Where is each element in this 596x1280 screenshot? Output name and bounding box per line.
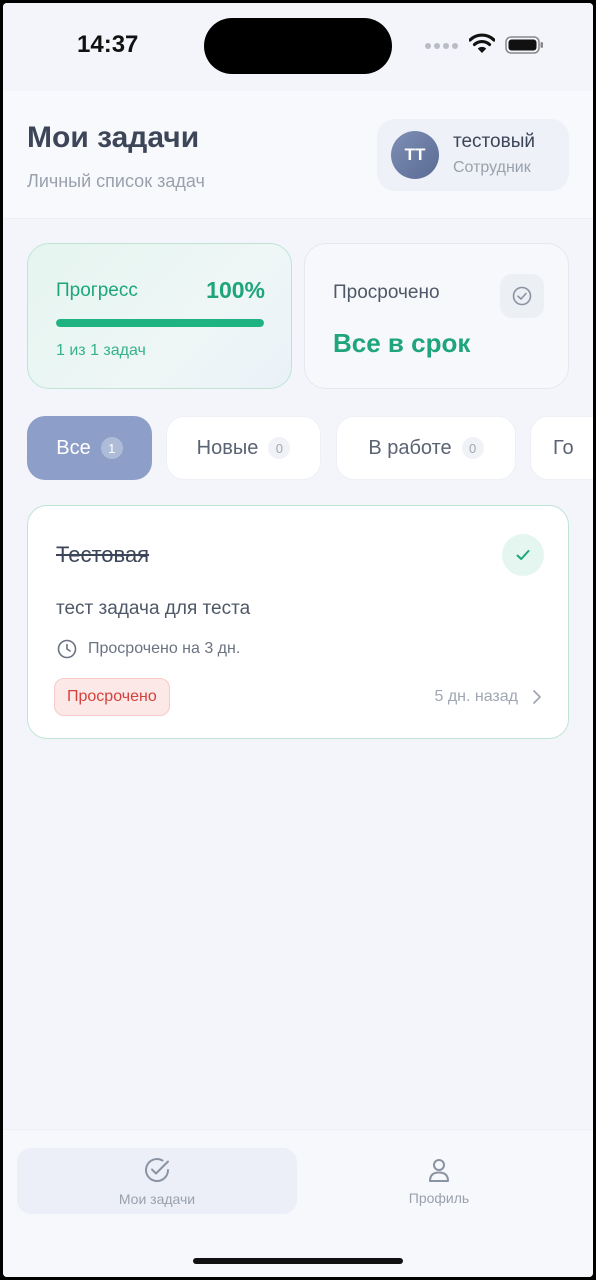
wifi-icon xyxy=(469,33,495,53)
dynamic-island xyxy=(204,18,392,74)
user-chip[interactable]: ТТ тестовый Сотрудник xyxy=(377,119,569,191)
battery-icon xyxy=(505,36,543,54)
overdue-label: Просрочено xyxy=(333,282,440,303)
avatar: ТТ xyxy=(391,131,439,179)
tab-done[interactable]: Го xyxy=(530,416,593,480)
cellular-signal-icon xyxy=(425,43,458,49)
task-complete-toggle[interactable] xyxy=(502,534,544,576)
user-icon xyxy=(429,1159,449,1182)
tab-count: 1 xyxy=(100,437,123,459)
progress-bar-fill xyxy=(56,319,264,327)
home-indicator xyxy=(193,1258,403,1264)
nav-item-my-tasks[interactable]: Мои задачи xyxy=(17,1148,297,1214)
status-icons xyxy=(425,33,555,57)
tab-label: Го xyxy=(553,436,574,459)
status-badge: Просрочено xyxy=(54,678,170,716)
tab-all[interactable]: Все 1 xyxy=(27,416,152,480)
overdue-value: Все в срок xyxy=(333,328,471,358)
progress-value: 100% xyxy=(206,277,265,303)
task-due: Просрочено на 3 дн. xyxy=(56,638,240,660)
tab-label: Новые xyxy=(196,436,259,459)
status-bar: 14:37 xyxy=(3,3,593,91)
user-name: тестовый xyxy=(453,131,535,152)
clock-icon xyxy=(57,639,77,659)
task-created-ago: 5 дн. назад xyxy=(434,688,542,706)
check-circle-icon xyxy=(500,274,544,318)
nav-label-profile: Профиль xyxy=(408,1190,470,1206)
tab-count: 0 xyxy=(268,437,291,459)
task-title: Тестовая xyxy=(56,542,150,567)
tab-in-progress[interactable]: В работе 0 xyxy=(336,416,516,480)
bottom-nav: Мои задачи Профиль xyxy=(3,1129,593,1277)
page-header: Мои задачи Личный список задач ТТ тестов… xyxy=(3,91,593,219)
tab-new[interactable]: Новые 0 xyxy=(166,416,321,480)
page-subtitle: Личный список задач xyxy=(27,171,205,191)
task-due-text: Просрочено на 3 дн. xyxy=(88,640,241,657)
progress-label: Прогресс xyxy=(56,280,138,301)
progress-bar xyxy=(56,319,264,327)
filter-tabs: Все 1 Новые 0 В работе 0 Го xyxy=(27,416,593,482)
user-role: Сотрудник xyxy=(453,159,531,176)
progress-count: 1 из 1 задач xyxy=(56,342,146,359)
page-title: Мои задачи xyxy=(27,121,200,154)
progress-card: Прогресс 100% 1 из 1 задач xyxy=(27,243,292,389)
nav-label-my-tasks: Мои задачи xyxy=(118,1191,196,1207)
tab-count: 0 xyxy=(461,437,484,459)
tab-label: В работе xyxy=(368,436,452,459)
app-screen: 14:37 Мои задачи Личный список задач ТТ … xyxy=(3,3,593,1277)
overdue-card: Просрочено Все в срок xyxy=(304,243,569,389)
nav-item-profile[interactable]: Профиль xyxy=(299,1148,579,1214)
task-description: тест задача для теста xyxy=(56,598,251,619)
task-created-text: 5 дн. назад xyxy=(434,688,518,705)
checkmark-icon xyxy=(516,550,530,560)
chevron-right-icon xyxy=(533,690,541,704)
check-circle-icon xyxy=(145,1158,169,1182)
status-time: 14:37 xyxy=(77,31,139,58)
tab-label: Все xyxy=(56,436,91,459)
task-card[interactable]: Тестовая тест задача для теста Просрочен… xyxy=(27,505,569,739)
